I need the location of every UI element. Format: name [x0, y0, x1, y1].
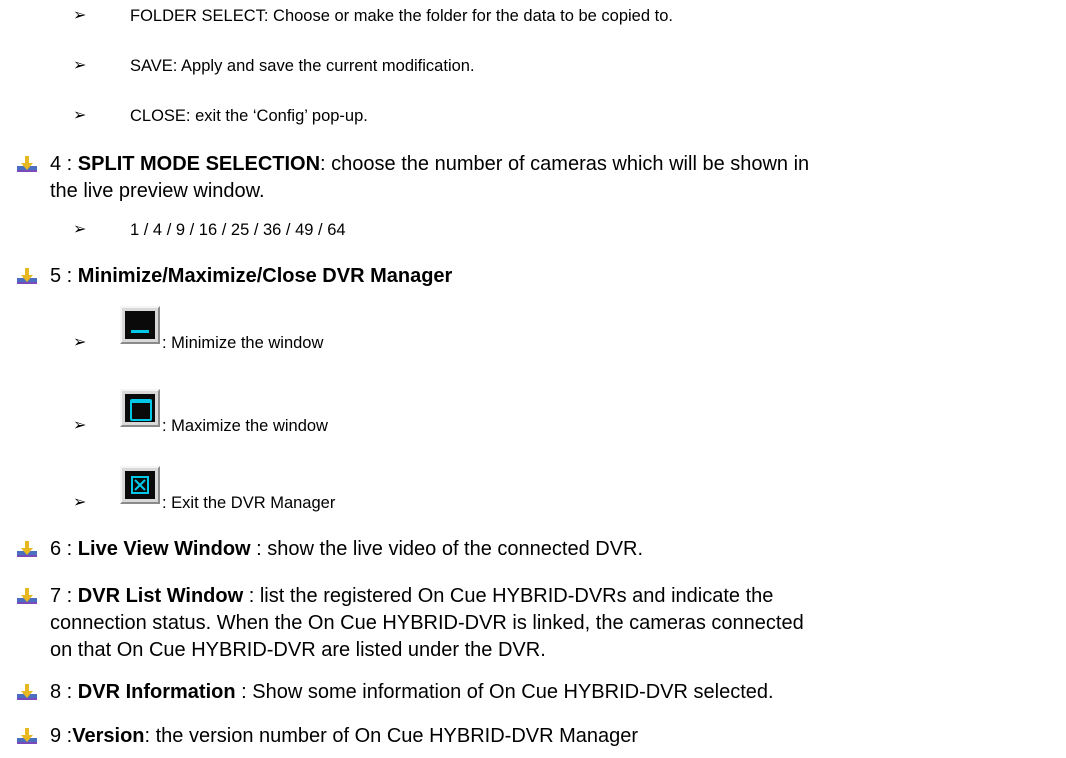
maximize-icon	[120, 389, 160, 427]
split-mode-item: 4 : SPLIT MODE SELECTION: choose the num…	[50, 153, 810, 175]
dvr-info-title: DVR Information	[77, 681, 236, 703]
down-arrow-bullet-icon	[16, 155, 38, 177]
close-text: CLOSE: exit the ‘Config’ pop-up.	[130, 107, 368, 125]
right-arrowhead-icon: ➢	[73, 221, 87, 238]
right-arrowhead-icon: ➢	[73, 417, 87, 434]
right-arrowhead-icon: ➢	[73, 107, 87, 124]
minimize-desc: : Minimize the window	[162, 334, 324, 352]
down-arrow-bullet-icon	[16, 587, 38, 609]
dvr-list-item: 7 : DVR List Window : list the registere…	[50, 585, 774, 607]
split-mode-title: SPLIT MODE SELECTION	[77, 153, 321, 175]
right-arrowhead-icon: ➢	[73, 334, 87, 351]
window-controls-item: 5 : Minimize/Maximize/Close DVR Manager	[50, 265, 453, 287]
right-arrowhead-icon: ➢	[73, 494, 87, 511]
exit-desc: : Exit the DVR Manager	[162, 494, 336, 512]
folder-select-text: FOLDER SELECT: Choose or make the folder…	[130, 7, 673, 25]
dvr-list-desc-line2: connection status. When the On Cue HYBRI…	[50, 612, 804, 634]
split-mode-desc-line2: the live preview window.	[50, 180, 265, 202]
maximize-desc: : Maximize the window	[162, 417, 328, 435]
down-arrow-bullet-icon	[16, 540, 38, 562]
minimize-icon	[120, 306, 160, 344]
down-arrow-bullet-icon	[16, 267, 38, 289]
down-arrow-bullet-icon	[16, 727, 38, 749]
window-controls-title: Minimize/Maximize/Close DVR Manager	[77, 265, 453, 287]
down-arrow-bullet-icon	[16, 683, 38, 705]
version-title: Version	[72, 725, 145, 747]
version-item: 9 :Version: the version number of On Cue…	[50, 725, 639, 747]
live-view-item: 6 : Live View Window : show the live vid…	[50, 538, 644, 560]
split-options-text: 1 / 4 / 9 / 16 / 25 / 36 / 49 / 64	[130, 221, 346, 239]
dvr-info-item: 8 : DVR Information : Show some informat…	[50, 681, 774, 703]
right-arrowhead-icon: ➢	[73, 57, 87, 74]
save-text: SAVE: Apply and save the current modific…	[130, 57, 475, 75]
close-icon	[120, 466, 160, 504]
live-view-title: Live View Window	[77, 538, 251, 560]
right-arrowhead-icon: ➢	[73, 7, 87, 24]
dvr-list-desc-line3: on that On Cue HYBRID-DVR are listed und…	[50, 639, 546, 661]
dvr-list-title: DVR List Window	[77, 585, 244, 607]
